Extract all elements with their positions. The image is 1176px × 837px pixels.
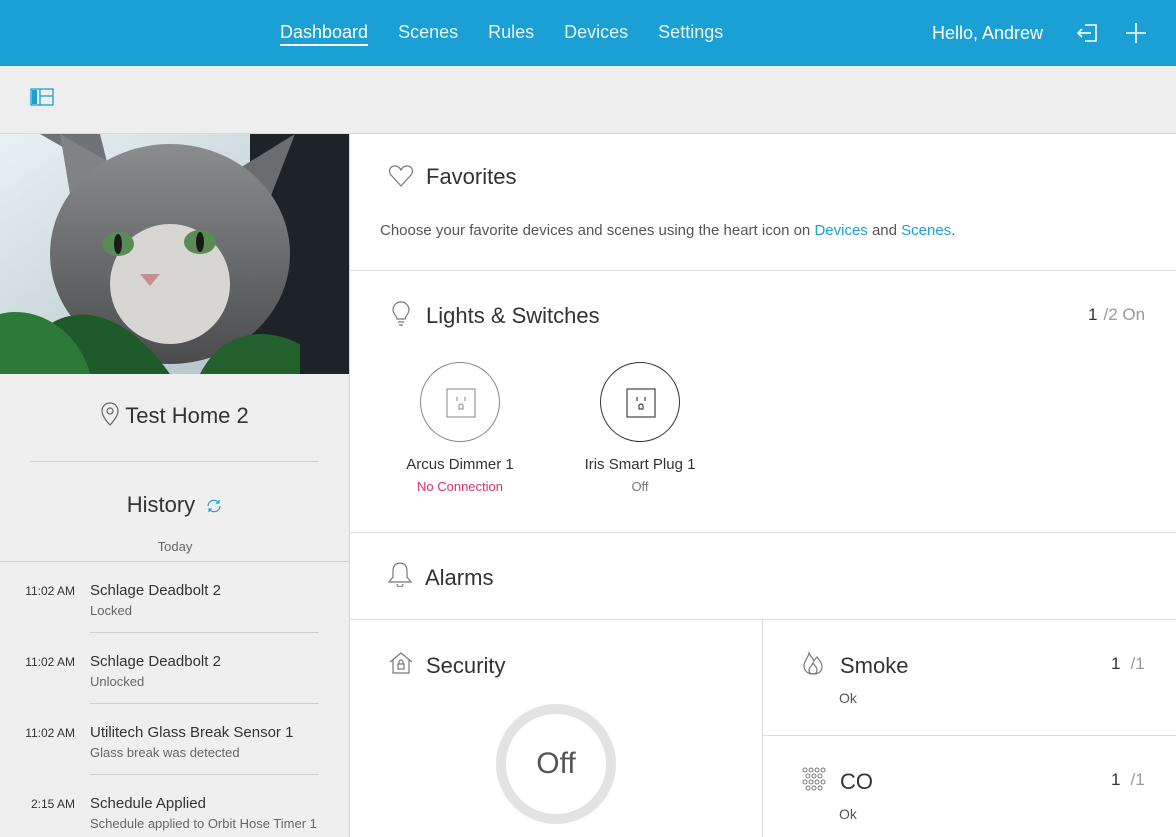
history-time: 11:02 AM [25, 584, 75, 598]
favorites-title: Favorites [426, 164, 517, 189]
security-title: Security [426, 653, 506, 678]
history-time: 11:02 AM [25, 726, 75, 740]
user-greeting: Hello, Andrew [932, 23, 1044, 43]
lights-on-count: 1/2 On [1088, 305, 1145, 325]
divider [30, 461, 319, 462]
history-event-detail: Locked [90, 603, 132, 618]
history-item[interactable]: 2:15 AM Schedule Applied Schedule applie… [0, 775, 349, 837]
outlet-icon [626, 388, 656, 418]
smoke-status: Ok [839, 690, 857, 706]
co-count: 1/1 [1111, 770, 1145, 790]
device-status: Off [631, 479, 649, 494]
place-name: Test Home 2 [0, 402, 349, 429]
favorites-card: Favorites Choose your favorite devices a… [350, 134, 1176, 271]
home-photo [0, 134, 349, 374]
dashboard-cards: Favorites Choose your favorite devices a… [350, 134, 1176, 837]
sub-toolbar [0, 66, 1176, 134]
logout-icon[interactable] [1075, 20, 1101, 46]
security-status-dial[interactable]: Off [496, 704, 616, 824]
history-time: 2:15 AM [30, 797, 75, 811]
co-title: CO [840, 769, 873, 794]
history-item[interactable]: 11:02 AM Schlage Deadbolt 2 Locked [0, 562, 349, 633]
history-event-detail: Unlocked [90, 674, 145, 689]
device-toggle[interactable] [600, 362, 680, 442]
flame-icon [800, 650, 826, 676]
security-alarm-card: Security Off [350, 620, 763, 837]
add-icon[interactable] [1123, 20, 1149, 46]
device-name: Iris Smart Plug 1 [584, 456, 696, 473]
co-molecule-icon [800, 766, 826, 792]
device-toggle[interactable] [420, 362, 500, 442]
co-count-value: 1 [1111, 770, 1121, 789]
alarms-body: Security Off Smoke 1/1 Ok CO 1 /1 Ok [350, 620, 1176, 837]
device-name: Arcus Dimmer 1 [406, 456, 514, 473]
device-tile: Arcus Dimmer 1 No Connection [370, 362, 550, 494]
history-header: History [0, 492, 349, 518]
device-tile: Iris Smart Plug 1 Off [550, 362, 730, 494]
sidebar-toggle-icon[interactable] [30, 88, 54, 106]
history-event-title: Utilitech Glass Break Sensor 1 [90, 724, 294, 741]
outlet-icon [446, 388, 476, 418]
history-day-label: Today [157, 539, 193, 554]
left-panel: Test Home 2 History Today 11:02 AM Schla… [0, 134, 350, 837]
history-event-title: Schlage Deadbolt 2 [90, 582, 221, 599]
lightbulb-icon [388, 300, 414, 326]
nav-dashboard[interactable]: Dashboard [280, 20, 369, 46]
smoke-count-value: 1 [1111, 654, 1121, 673]
lights-title: Lights & Switches [426, 303, 600, 328]
nav-rules[interactable]: Rules [488, 20, 534, 46]
heart-icon [388, 163, 414, 189]
co-status: Ok [839, 806, 857, 822]
history-title: History [126, 492, 196, 517]
history-list: 11:02 AM Schlage Deadbolt 2 Locked 11:02… [0, 561, 349, 837]
lights-switches-card: Lights & Switches 1/2 On Arcus Dimmer 1 … [350, 271, 1176, 533]
refresh-icon[interactable] [205, 493, 223, 513]
favorites-hint-text: Choose your favorite devices and scenes … [380, 222, 815, 239]
lights-on-value: 1 [1088, 305, 1098, 324]
history-event-detail: Schedule applied to Orbit Hose Timer 1 [90, 816, 317, 831]
place-title: Test Home 2 [125, 403, 249, 428]
alarms-card-header: Alarms [350, 533, 1176, 620]
smoke-count: 1/1 [1111, 654, 1145, 674]
smoke-count-total: /1 [1130, 654, 1145, 673]
history-event-detail: Glass break was detected [90, 745, 240, 760]
smoke-title: Smoke [840, 653, 909, 678]
smoke-alarm-item[interactable]: Smoke 1/1 Ok [763, 620, 1176, 736]
location-pin-icon [101, 402, 119, 426]
lights-total-value: /2 On [1103, 305, 1146, 324]
main-nav: Dashboard Scenes Rules Devices Settings [280, 20, 753, 46]
security-state: Off [536, 747, 576, 780]
nav-devices[interactable]: Devices [564, 20, 628, 46]
history-time: 11:02 AM [25, 655, 75, 669]
favorites-hint: Choose your favorite devices and scenes … [380, 222, 955, 239]
history-item[interactable]: 11:02 AM Utilitech Glass Break Sensor 1 … [0, 704, 349, 775]
bell-icon [387, 561, 413, 588]
co-alarm-item[interactable]: CO 1/1 Ok [763, 736, 1176, 837]
favorites-hint-and: and [867, 222, 902, 239]
alarm-status-list: Smoke 1/1 Ok CO 1/1 Ok [763, 620, 1176, 837]
nav-scenes[interactable]: Scenes [398, 20, 458, 46]
top-nav-bar: Dashboard Scenes Rules Devices Settings … [0, 0, 1176, 66]
alarms-title: Alarms [425, 565, 494, 590]
devices-link[interactable]: Devices [814, 222, 867, 239]
history-item[interactable]: 11:02 AM Schlage Deadbolt 2 Unlocked [0, 633, 349, 704]
history-event-title: Schedule Applied [90, 795, 206, 812]
history-event-title: Schlage Deadbolt 2 [90, 653, 221, 670]
favorites-hint-end: . [951, 222, 956, 239]
device-status: No Connection [417, 479, 503, 494]
scenes-link[interactable]: Scenes [901, 222, 951, 239]
co-count-total: /1 [1130, 770, 1145, 789]
nav-settings[interactable]: Settings [658, 20, 723, 46]
home-lock-icon [388, 650, 414, 676]
